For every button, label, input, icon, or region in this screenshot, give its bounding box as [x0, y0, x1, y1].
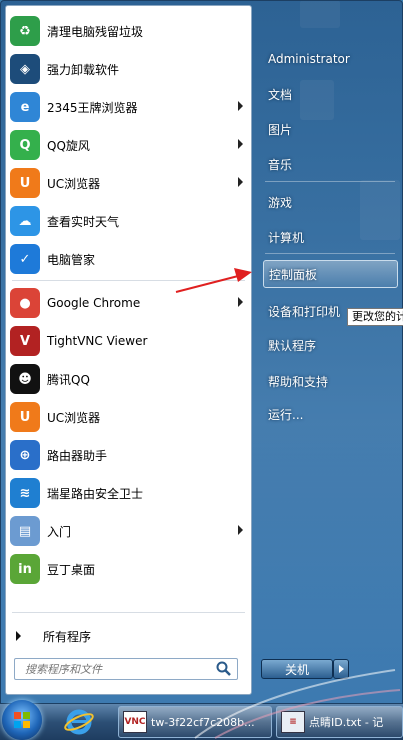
places-item-label: 默认程序	[268, 338, 317, 353]
windows-logo-icon	[14, 712, 30, 728]
qq-whirlwind-icon: Q	[10, 130, 40, 160]
chrome-icon: ●	[10, 288, 40, 318]
program-item-label: TightVNC Viewer	[47, 334, 148, 348]
uninstall-shield-icon: ◈	[10, 54, 40, 84]
getting-started-icon: ▤	[10, 516, 40, 546]
places-item[interactable]: 默认程序	[263, 331, 398, 359]
expand-arrow-icon	[16, 631, 21, 641]
vnc-icon: VNC	[123, 711, 147, 733]
places-item[interactable]: 游戏	[263, 188, 398, 216]
program-item[interactable]: ◈ 强力卸载软件	[6, 50, 251, 88]
program-item[interactable]: e 2345王牌浏览器	[6, 88, 251, 126]
program-item[interactable]: ☻ 腾讯QQ	[6, 360, 251, 398]
places-item[interactable]: 音乐	[263, 150, 398, 178]
submenu-arrow-icon[interactable]	[238, 525, 243, 535]
places-item[interactable]: 帮助和支持	[263, 367, 398, 395]
program-item-label: 电脑管家	[47, 252, 96, 267]
places-item[interactable]: 文档	[263, 80, 398, 108]
places-item-label: 帮助和支持	[268, 374, 329, 389]
program-item[interactable]: ☁ 查看实时天气	[6, 202, 251, 240]
menu-divider	[12, 612, 245, 613]
uc-browser-icon: U	[10, 168, 40, 198]
taskbar-ie-button[interactable]	[62, 707, 96, 737]
submenu-arrow-icon[interactable]	[238, 177, 243, 187]
control-panel-tooltip: 更改您的计	[347, 308, 403, 326]
places-item[interactable]: 图片	[263, 115, 398, 143]
program-item[interactable]: in 豆丁桌面	[6, 550, 251, 588]
places-item[interactable]: 计算机	[263, 223, 398, 251]
submenu-arrow-icon[interactable]	[238, 297, 243, 307]
start-menu-programs-pane: ♻ 清理电脑残留垃圾 ◈ 强力卸载软件 e 2345王牌浏览器 Q QQ旋风 U UC浏览器 ☁ 查看…	[5, 5, 252, 695]
program-item-label: QQ旋风	[47, 138, 90, 153]
qq-penguin-icon: ☻	[10, 364, 40, 394]
program-item-label: 强力卸载软件	[47, 62, 120, 77]
internet-explorer-icon	[64, 709, 94, 735]
places-item-label: 控制面板	[269, 267, 318, 282]
watermark-logo-icon	[194, 669, 401, 739]
places-item-label: 文档	[268, 87, 293, 102]
places-item[interactable]: 控制面板	[263, 260, 398, 288]
browser-e-icon: e	[10, 92, 40, 122]
pc-manager-shield-icon: ✓	[10, 244, 40, 274]
places-item-label: 运行...	[268, 407, 304, 422]
places-item-label: 设备和打印机	[268, 304, 341, 319]
recycle-icon: ♻	[10, 16, 40, 46]
program-item-label: 入门	[47, 524, 72, 539]
vnc-icon: V	[10, 326, 40, 356]
places-item-label: Administrator	[268, 52, 350, 66]
program-item-label: 路由器助手	[47, 448, 108, 463]
program-item-label: 腾讯QQ	[47, 372, 90, 387]
router-wifi-icon: ≋	[10, 478, 40, 508]
places-item-label: 音乐	[268, 157, 293, 172]
places-divider	[265, 181, 395, 182]
uc-browser-icon: U	[10, 402, 40, 432]
program-item-label: Google Chrome	[47, 296, 141, 310]
all-programs-item[interactable]: 所有程序	[6, 624, 251, 648]
router-assistant-icon: ⊕	[10, 440, 40, 470]
submenu-arrow-icon[interactable]	[238, 101, 243, 111]
program-item[interactable]: ▤ 入门	[6, 512, 251, 550]
start-menu: ♻ 清理电脑残留垃圾 ◈ 强力卸载软件 e 2345王牌浏览器 Q QQ旋风 U UC浏览器 ☁ 查看…	[0, 0, 403, 704]
places-item-label: 图片	[268, 122, 293, 137]
places-item[interactable]: Administrator	[263, 45, 398, 73]
program-item[interactable]: ⊕ 路由器助手	[6, 436, 251, 474]
program-item-label: UC浏览器	[47, 410, 101, 425]
places-divider	[265, 253, 395, 254]
program-item-label: 豆丁桌面	[47, 562, 96, 577]
start-orb-button[interactable]	[2, 700, 42, 740]
program-item[interactable]: V TightVNC Viewer	[6, 322, 251, 360]
program-item-label: 查看实时天气	[47, 214, 120, 229]
places-item-label: 游戏	[268, 195, 293, 210]
submenu-arrow-icon[interactable]	[238, 139, 243, 149]
all-programs-label: 所有程序	[43, 629, 92, 644]
red-pointer-arrow-icon	[175, 268, 252, 293]
weather-cloud-icon: ☁	[10, 206, 40, 236]
program-item[interactable]: U UC浏览器	[6, 398, 251, 436]
program-item[interactable]: ♻ 清理电脑残留垃圾	[6, 12, 251, 50]
program-item[interactable]: U UC浏览器	[6, 164, 251, 202]
places-item-label: 计算机	[268, 230, 305, 245]
program-item[interactable]: Q QQ旋风	[6, 126, 251, 164]
program-item-label: 瑞星路由安全卫士	[47, 486, 144, 501]
places-item[interactable]: 运行...	[263, 400, 398, 428]
program-item-label: UC浏览器	[47, 176, 101, 191]
program-item[interactable]: ≋ 瑞星路由安全卫士	[6, 474, 251, 512]
docin-desktop-icon: in	[10, 554, 40, 584]
program-item-label: 清理电脑残留垃圾	[47, 24, 144, 39]
program-item-label: 2345王牌浏览器	[47, 100, 138, 115]
